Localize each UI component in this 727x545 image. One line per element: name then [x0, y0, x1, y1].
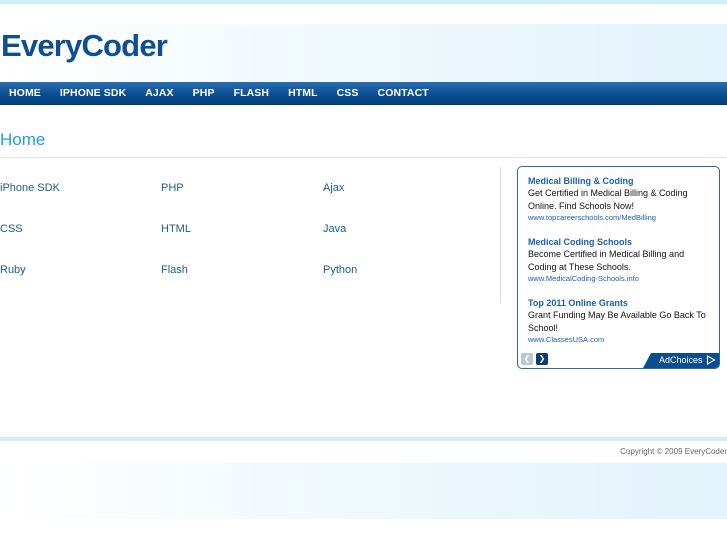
- ad-unit[interactable]: Medical Billing & Coding Get Certified i…: [528, 175, 714, 223]
- nav-item-flash[interactable]: FLASH: [234, 87, 270, 99]
- nav-item-contact[interactable]: CONTACT: [378, 87, 429, 99]
- category-grid: iPhone SDK PHP Ajax CSS HTML Java Ruby F…: [0, 182, 490, 292]
- category-link-flash[interactable]: Flash: [161, 264, 188, 276]
- vertical-divider: [500, 167, 501, 303]
- ad-box: Medical Billing & Coding Get Certified i…: [517, 166, 720, 369]
- adchoices-label: AdChoices: [659, 355, 703, 365]
- ad-footer: ❮ ❯ AdChoices: [518, 353, 719, 368]
- site-logo[interactable]: EveryCoder: [1, 28, 168, 64]
- nav-item-home[interactable]: HOME: [9, 87, 41, 99]
- nav-item-css[interactable]: CSS: [337, 87, 359, 99]
- ad-body: Get Certified in Medical Billing & Codin…: [528, 188, 688, 211]
- ad-prev-button[interactable]: ❮: [521, 353, 533, 365]
- footer-band: [0, 463, 727, 519]
- category-link-java[interactable]: Java: [323, 223, 346, 235]
- category-link-ruby[interactable]: Ruby: [0, 264, 26, 276]
- top-accent-strip: [0, 0, 727, 4]
- ad-body: Become Certified in Medical Billing and …: [528, 249, 685, 272]
- category-link-html[interactable]: HTML: [161, 223, 191, 235]
- category-link-python[interactable]: Python: [323, 264, 357, 276]
- category-link-iphone-sdk[interactable]: iPhone SDK: [0, 182, 60, 194]
- ad-title[interactable]: Medical Billing & Coding: [528, 175, 714, 187]
- ad-url[interactable]: www.topcareerschools.com/MedBilling: [528, 212, 714, 223]
- category-link-php[interactable]: PHP: [161, 182, 184, 194]
- nav-item-html[interactable]: HTML: [288, 87, 318, 99]
- category-link-ajax[interactable]: Ajax: [323, 182, 344, 194]
- category-link-css[interactable]: CSS: [0, 223, 23, 235]
- ad-title[interactable]: Top 2011 Online Grants: [528, 297, 714, 309]
- ad-url[interactable]: www.ClassesUSA.com: [528, 334, 714, 345]
- ad-next-button[interactable]: ❯: [536, 353, 548, 365]
- footer-accent-strip: [0, 437, 727, 441]
- ad-unit[interactable]: Top 2011 Online Grants Grant Funding May…: [528, 297, 714, 345]
- ad-unit[interactable]: Medical Coding Schools Become Certified …: [528, 236, 714, 284]
- nav-item-iphone-sdk[interactable]: IPHONE SDK: [60, 87, 126, 99]
- adchoices-badge[interactable]: AdChoices: [643, 353, 719, 368]
- adchoices-play-icon: [706, 355, 716, 365]
- nav-item-php[interactable]: PHP: [193, 87, 215, 99]
- ad-body: Grant Funding May Be Available Go Back T…: [528, 310, 706, 333]
- title-divider: [0, 157, 727, 158]
- ad-url[interactable]: www.MedicalCoding-Schools.info: [528, 273, 714, 284]
- main-nav: HOME IPHONE SDK AJAX PHP FLASH HTML CSS …: [0, 82, 727, 105]
- copyright-text: Copyright © 2009 EveryCoder: [620, 447, 727, 456]
- nav-item-ajax[interactable]: AJAX: [145, 87, 173, 99]
- page-title: Home: [0, 130, 46, 149]
- ad-title[interactable]: Medical Coding Schools: [528, 236, 714, 248]
